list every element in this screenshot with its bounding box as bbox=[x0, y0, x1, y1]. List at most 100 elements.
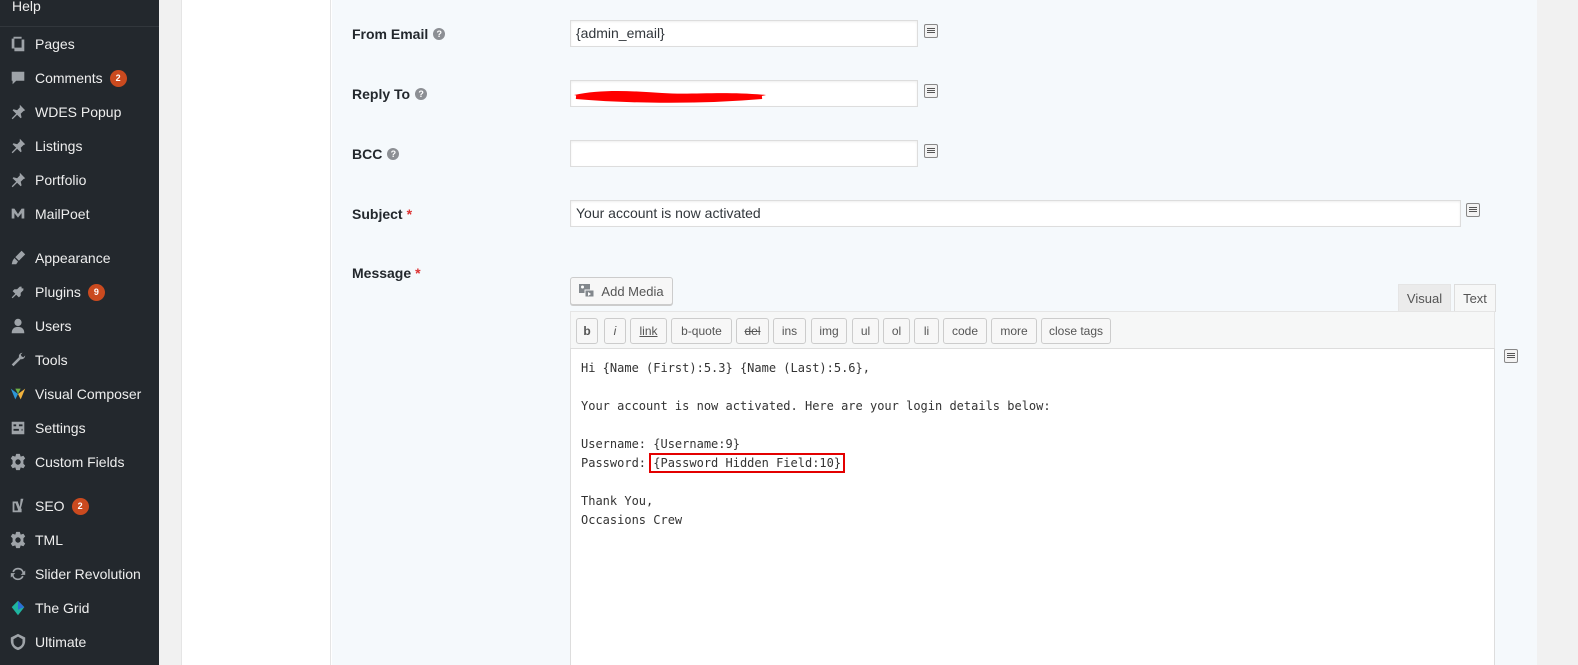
quicktag-italic-button[interactable]: i bbox=[604, 318, 626, 344]
brush-icon bbox=[0, 249, 35, 267]
sidebar-item-wdes-popup[interactable]: WDES Popup bbox=[0, 95, 159, 129]
help-icon[interactable]: ? bbox=[387, 148, 400, 160]
sidebar-item-mailpoet[interactable]: MailPoet bbox=[0, 197, 159, 231]
shield-icon bbox=[0, 633, 35, 651]
redaction-scribble bbox=[574, 91, 766, 103]
sidebar-item-tml[interactable]: TML bbox=[0, 523, 159, 557]
add-media-icon bbox=[579, 284, 595, 298]
subject-label-text: Subject bbox=[352, 206, 403, 222]
sidebar-item-label: WDES Popup bbox=[35, 104, 122, 120]
help-icon[interactable]: ? bbox=[415, 88, 428, 100]
sidebar-item-settings[interactable]: Settings bbox=[0, 411, 159, 445]
quicktag-code-button[interactable]: code bbox=[943, 318, 987, 344]
plugins-update-badge: 9 bbox=[87, 283, 105, 301]
from-email-label: From Email ? bbox=[352, 26, 446, 42]
yoast-icon bbox=[0, 497, 35, 515]
pin-icon bbox=[0, 137, 35, 155]
sidebar-item-label: Users bbox=[35, 318, 72, 334]
tab-text[interactable]: Text bbox=[1454, 284, 1496, 312]
sidebar-item-tools[interactable]: Tools bbox=[0, 343, 159, 377]
message-line: Occasions Crew bbox=[581, 513, 683, 527]
pin-icon bbox=[0, 171, 35, 189]
sidebar-item-users[interactable]: Users bbox=[0, 309, 159, 343]
bcc-label: BCC ? bbox=[352, 146, 400, 162]
pin-icon bbox=[0, 103, 35, 121]
sidebar-item-label: Slider Revolution bbox=[35, 566, 141, 582]
quicktag-blockquote-button[interactable]: b-quote bbox=[671, 318, 732, 344]
add-media-button[interactable]: Add Media bbox=[570, 277, 673, 305]
quicktag-bold-button[interactable]: b bbox=[576, 318, 598, 344]
sidebar-item-pages[interactable]: Pages bbox=[0, 27, 159, 61]
grid-logo-icon bbox=[0, 599, 35, 617]
subject-label: Subject * bbox=[352, 206, 412, 222]
sidebar-item-visual-composer[interactable]: Visual Composer bbox=[0, 377, 159, 411]
visual-composer-icon bbox=[0, 385, 35, 403]
sidebar-item-label: Pages bbox=[35, 36, 75, 52]
password-merge-tag-highlight: {Password Hidden Field:10} bbox=[649, 453, 846, 473]
quicktag-ins-button[interactable]: ins bbox=[773, 318, 806, 344]
sidebar-item-label: SEO bbox=[35, 498, 65, 514]
sidebar-item-custom-fields[interactable]: Custom Fields bbox=[0, 445, 159, 479]
sidebar-item-label: Tools bbox=[35, 352, 68, 368]
quicktag-more-button[interactable]: more bbox=[991, 318, 1037, 344]
merge-tag-icon[interactable] bbox=[924, 144, 938, 158]
sidebar-item-help[interactable]: Help bbox=[12, 0, 41, 14]
sidebar-item-label: Plugins bbox=[35, 284, 81, 300]
help-icon[interactable]: ? bbox=[433, 28, 446, 40]
message-line: Username: {Username:9} bbox=[581, 437, 740, 451]
sidebar-item-the-grid[interactable]: The Grid bbox=[0, 591, 159, 625]
required-marker: * bbox=[415, 265, 421, 281]
bcc-input[interactable] bbox=[570, 140, 918, 167]
reply-to-label: Reply To ? bbox=[352, 86, 428, 102]
user-icon bbox=[0, 317, 35, 335]
sidebar-item-label: Ultimate bbox=[35, 634, 87, 650]
message-label: Message * bbox=[352, 265, 421, 281]
quicktag-ol-button[interactable]: ol bbox=[883, 318, 910, 344]
right-gutter bbox=[1538, 0, 1578, 665]
merge-tag-icon[interactable] bbox=[924, 84, 938, 98]
message-line: Password: bbox=[581, 456, 654, 470]
from-email-label-text: From Email bbox=[352, 26, 429, 42]
sidebar-item-label: Visual Composer bbox=[35, 386, 142, 402]
message-line: Hi {Name (First):5.3} {Name (Last):5.6}, bbox=[581, 361, 870, 375]
message-label-text: Message bbox=[352, 265, 412, 281]
quicktag-ul-button[interactable]: ul bbox=[852, 318, 879, 344]
from-email-input[interactable]: {admin_email} bbox=[570, 20, 918, 47]
gear-icon bbox=[0, 453, 35, 471]
quicktag-img-button[interactable]: img bbox=[811, 318, 847, 344]
sidebar-item-label: TML bbox=[35, 532, 63, 548]
sidebar-item-seo[interactable]: SEO 2 bbox=[0, 489, 159, 523]
message-textarea[interactable]: Hi {Name (First):5.3} {Name (Last):5.6},… bbox=[570, 348, 1495, 665]
add-media-label: Add Media bbox=[601, 283, 664, 299]
sidebar-item-label: The Grid bbox=[35, 600, 90, 616]
sidebar-item-slider-revolution[interactable]: Slider Revolution bbox=[0, 557, 159, 591]
merge-tag-icon[interactable] bbox=[924, 24, 938, 38]
bcc-label-text: BCC bbox=[352, 146, 383, 162]
tab-visual[interactable]: Visual bbox=[1398, 284, 1451, 312]
sidebar-item-ultimate[interactable]: Ultimate bbox=[0, 625, 159, 659]
merge-tag-icon[interactable] bbox=[1466, 203, 1480, 217]
quicktag-li-button[interactable]: li bbox=[914, 318, 939, 344]
subject-input[interactable]: Your account is now activated bbox=[570, 200, 1461, 227]
sidebar-item-appearance[interactable]: Appearance bbox=[0, 241, 159, 275]
sidebar-item-label: Appearance bbox=[35, 250, 111, 266]
comments-count-badge: 2 bbox=[109, 69, 127, 87]
admin-sidebar: Help Pages Comments 2 WDES Popup Listing… bbox=[0, 0, 159, 665]
sidebar-item-portfolio[interactable]: Portfolio bbox=[0, 163, 159, 197]
reply-to-label-text: Reply To bbox=[352, 86, 411, 102]
quicktags-toolbar: b i link b-quote del ins img ul ol li co… bbox=[570, 311, 1495, 349]
sidebar-item-label: Portfolio bbox=[35, 172, 87, 188]
quicktag-close-tags-button[interactable]: close tags bbox=[1041, 318, 1111, 344]
sidebar-item-comments[interactable]: Comments 2 bbox=[0, 61, 159, 95]
sidebar-item-listings[interactable]: Listings bbox=[0, 129, 159, 163]
plugin-icon bbox=[0, 283, 35, 301]
required-marker: * bbox=[406, 206, 413, 222]
merge-tag-icon[interactable] bbox=[1504, 349, 1518, 363]
quicktag-link-button[interactable]: link bbox=[630, 318, 667, 344]
sidebar-item-label: Listings bbox=[35, 138, 83, 154]
message-line: Thank You, bbox=[581, 494, 654, 508]
sidebar-item-plugins[interactable]: Plugins 9 bbox=[0, 275, 159, 309]
quicktag-del-button[interactable]: del bbox=[736, 318, 769, 344]
sidebar-item-label: Custom Fields bbox=[35, 454, 125, 470]
gear-icon bbox=[0, 531, 35, 549]
